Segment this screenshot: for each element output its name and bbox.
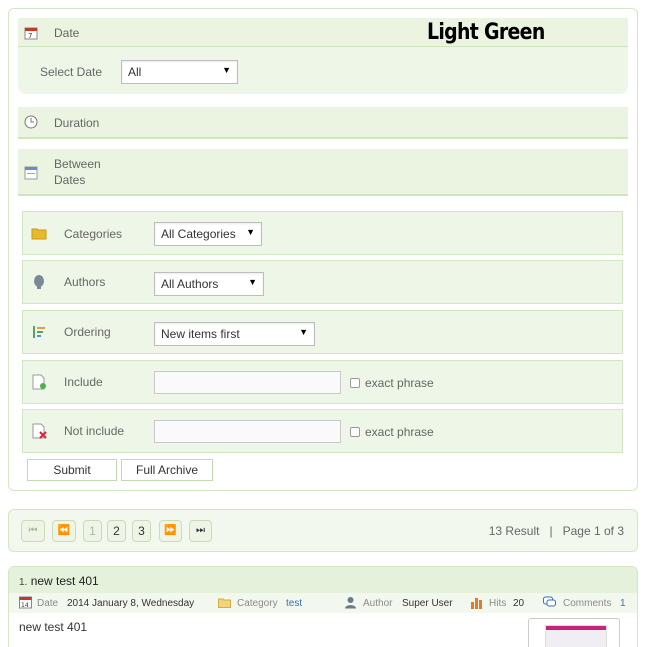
result-count: 13 Result [488, 524, 540, 538]
between-dates-label-line2: Dates [54, 173, 86, 187]
author-meta-label: Author [363, 598, 393, 609]
svg-text:14: 14 [21, 602, 29, 609]
chevron-down-icon: ▼ [246, 227, 255, 237]
result-title[interactable]: 1. new test 401 [19, 574, 99, 588]
categories-row: Categories All Categories ▼ [22, 211, 623, 255]
calendar-icon: 7 [24, 27, 38, 40]
comments-meta-count[interactable]: 1 [620, 598, 626, 609]
category-meta-label: Category [237, 598, 278, 609]
date-meta-label: Date [37, 598, 59, 609]
include-row: Include exact phrase [22, 360, 623, 404]
include-exact-phrase-label: exact phrase [365, 376, 434, 390]
between-dates-section-header[interactable]: Between Dates [18, 149, 628, 196]
first-page-button[interactable]: ⏮ [21, 520, 45, 542]
not-include-exact-phrase-label: exact phrase [365, 425, 434, 439]
clock-icon [24, 115, 38, 129]
next-page-button[interactable]: ⏩ [159, 520, 182, 542]
comments-meta-label: Comments [563, 598, 612, 609]
date-select-box: Select Date All ▼ [18, 47, 628, 94]
submit-button[interactable]: Submit [27, 459, 117, 481]
result-count-info: 13 Result | Page 1 of 3 [489, 524, 624, 538]
ordering-select[interactable]: New items first ▼ [154, 322, 315, 346]
author-meta-value: Super User [402, 598, 453, 609]
bar-chart-icon [471, 598, 482, 609]
not-include-label: Not include [64, 424, 125, 438]
duration-section-header[interactable]: Duration [18, 107, 628, 139]
authors-select-value: All Authors [161, 277, 219, 291]
comments-icon [543, 596, 556, 607]
result-title-text[interactable]: new test 401 [31, 574, 99, 588]
chevron-down-icon: ▼ [299, 327, 308, 337]
result-item: 1. new test 401 14 Date 2014 January 8, … [8, 566, 638, 647]
ordering-label: Ordering [64, 325, 111, 339]
document-remove-icon [32, 423, 47, 439]
authors-label: Authors [64, 275, 106, 289]
date-select[interactable]: All ▼ [121, 60, 238, 84]
document-add-icon [32, 374, 46, 390]
user-icon [345, 597, 356, 609]
duration-label: Duration [54, 116, 100, 130]
categories-select[interactable]: All Categories ▼ [154, 222, 262, 246]
page-info: Page 1 of 3 [562, 524, 624, 538]
not-include-row: Not include exact phrase [22, 409, 623, 453]
calendar-range-icon [24, 166, 38, 180]
category-meta-link[interactable]: test [286, 598, 302, 609]
sort-icon [33, 326, 45, 338]
result-thumbnail[interactable] [528, 618, 620, 647]
date-meta-value: 2014 January 8, Wednesday [67, 598, 195, 609]
categories-select-value: All Categories [161, 227, 236, 241]
user-icon [34, 275, 44, 289]
select-date-label: Select Date [40, 65, 103, 79]
ordering-select-value: New items first [161, 327, 240, 341]
result-body-text: new test 401 [19, 620, 88, 634]
categories-label: Categories [64, 227, 123, 241]
authors-select[interactable]: All Authors ▼ [154, 272, 264, 296]
chevron-down-icon: ▼ [222, 65, 231, 75]
page-2-button[interactable]: 2 [107, 520, 126, 542]
pagination-bar: ⏮ ⏪ 1 2 3 ⏩ ⏭ 13 Result | Page 1 of 3 [8, 509, 638, 552]
hits-meta-value: 20 [513, 598, 525, 609]
include-input[interactable] [154, 371, 341, 394]
chevron-down-icon: ▼ [248, 277, 257, 287]
ordering-row: Ordering New items first ▼ [22, 310, 623, 354]
result-meta: 14 Date 2014 January 8, Wednesday Catego… [9, 593, 637, 613]
prev-page-button[interactable]: ⏪ [52, 520, 76, 542]
date-select-value: All [128, 65, 142, 79]
hits-meta-label: Hits [489, 598, 507, 609]
not-include-input[interactable] [154, 420, 341, 443]
page-3-button[interactable]: 3 [132, 520, 151, 542]
svg-text:7: 7 [28, 32, 32, 40]
folder-icon [31, 228, 47, 240]
result-header: 1. new test 401 [9, 567, 637, 593]
authors-row: Authors All Authors ▼ [22, 260, 623, 304]
page-1-button[interactable]: 1 [83, 520, 102, 542]
result-number: 1. [19, 577, 28, 588]
folder-icon [218, 598, 231, 608]
pager-separator: | [549, 524, 553, 538]
include-exact-phrase-checkbox[interactable] [350, 378, 360, 388]
date-section-label: Date [54, 26, 80, 40]
calendar-icon: 14 [19, 596, 32, 609]
last-page-button[interactable]: ⏭ [189, 520, 212, 542]
between-dates-label-line1: Between [54, 157, 101, 171]
include-label: Include [64, 375, 103, 389]
not-include-exact-phrase-checkbox[interactable] [350, 427, 360, 437]
thumbnail-image [545, 625, 607, 647]
full-archive-button[interactable]: Full Archive [121, 459, 213, 481]
